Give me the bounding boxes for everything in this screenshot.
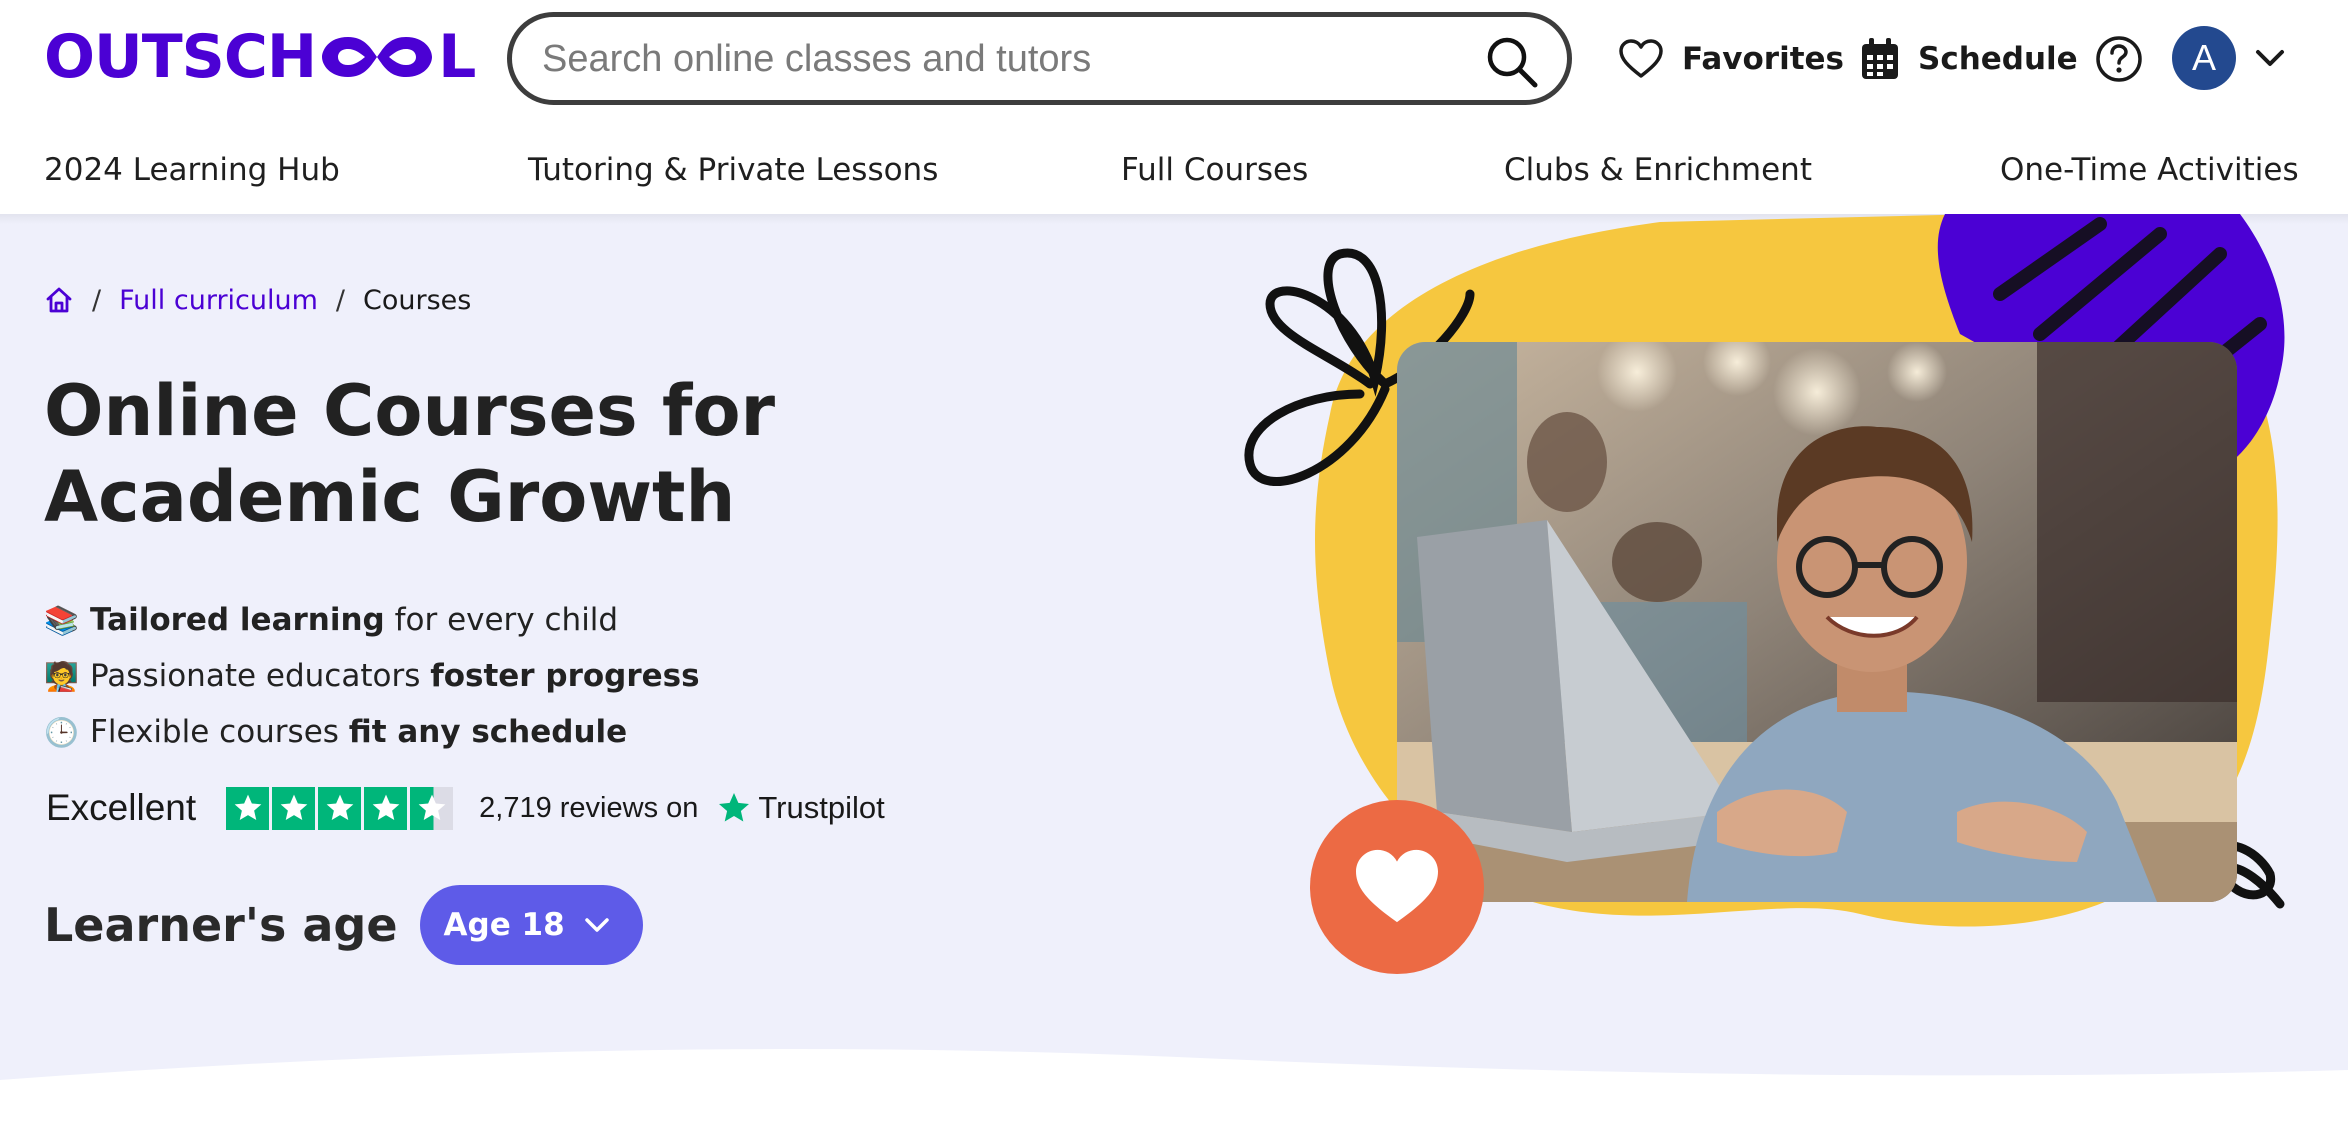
- trustpilot-logo: Trustpilot: [716, 790, 885, 826]
- logo-text-right: L: [438, 22, 476, 92]
- favorites-label: Favorites: [1682, 41, 1844, 77]
- breadcrumb-full-curriculum[interactable]: Full curriculum: [119, 285, 318, 316]
- outschool-logo[interactable]: OUTSCH L: [44, 22, 476, 92]
- star-icon: [318, 786, 362, 830]
- search-bar: [507, 12, 1572, 105]
- rating-label: Excellent: [46, 787, 197, 828]
- schedule-link[interactable]: Schedule: [1860, 30, 2078, 88]
- star-icon: [226, 786, 270, 830]
- home-icon[interactable]: [44, 285, 74, 315]
- user-avatar[interactable]: A: [2172, 26, 2236, 90]
- chevron-down-icon[interactable]: [2254, 44, 2286, 72]
- category-full-courses[interactable]: Full Courses: [1121, 152, 1308, 188]
- benefit-text: for every child: [384, 602, 619, 638]
- heart-icon: [1356, 849, 1438, 923]
- half-star-icon: [410, 786, 454, 830]
- top-header: OUTSCH L Favorites: [0, 0, 2348, 118]
- student-photo: [1397, 342, 2237, 902]
- review-count: 2,719 reviews on: [479, 791, 699, 824]
- age-dropdown-button[interactable]: Age 18: [419, 885, 643, 965]
- schedule-label: Schedule: [1918, 41, 2078, 77]
- search-input[interactable]: [542, 35, 1442, 83]
- benefit-item: 🧑‍🏫 Passionate educators foster progress: [44, 648, 700, 704]
- learner-age-label: Learner's age: [44, 898, 398, 952]
- category-nav: 2024 Learning Hub Tutoring & Private Les…: [0, 140, 2348, 212]
- logo-text-left: OUTSCH: [44, 22, 317, 92]
- teacher-icon: 🧑‍🏫: [44, 659, 79, 693]
- books-icon: 📚: [44, 603, 79, 637]
- help-icon[interactable]: [2094, 34, 2144, 84]
- trustpilot-name: Trustpilot: [758, 790, 885, 825]
- chevron-down-icon: [584, 918, 609, 932]
- benefit-list: 📚 Tailored learning for every child 🧑‍🏫 …: [44, 592, 700, 760]
- learner-age-selector: Learner's age Age 18: [44, 884, 643, 966]
- favorite-heart-badge: [1310, 800, 1484, 974]
- hero-bottom-wave: [0, 1049, 2348, 1128]
- benefit-bold: fit any schedule: [348, 714, 628, 750]
- clock-icon: 🕒: [44, 715, 79, 749]
- benefit-text: Flexible courses: [90, 714, 349, 750]
- calendar-icon: [1862, 38, 1898, 79]
- rating-stars: [226, 786, 454, 830]
- breadcrumb-separator: /: [92, 284, 102, 316]
- search-icon[interactable]: [1485, 35, 1539, 89]
- category-one-time[interactable]: One-Time Activities: [2000, 152, 2299, 188]
- favorites-link[interactable]: Favorites: [1618, 30, 1844, 88]
- benefit-bold: Tailored learning: [90, 602, 385, 638]
- star-icon: [364, 786, 408, 830]
- benefit-item: 📚 Tailored learning for every child: [44, 592, 700, 648]
- logo-infinity-icon: [318, 31, 436, 83]
- trustpilot-star-icon: [719, 793, 750, 822]
- star-icon: [272, 786, 316, 830]
- trustpilot-widget[interactable]: Excellent 2,719 reviews on Trustpilot: [46, 780, 885, 836]
- benefit-item: 🕒 Flexible courses fit any schedule: [44, 704, 700, 760]
- breadcrumb-separator: /: [335, 284, 346, 316]
- category-learning-hub[interactable]: 2024 Learning Hub: [44, 152, 340, 188]
- breadcrumb-current: Courses: [363, 284, 472, 316]
- age-selected-value: Age 18: [443, 907, 565, 943]
- breadcrumb: / Full curriculum / Courses: [44, 280, 471, 320]
- page-title: Online Courses for Academic Growth: [44, 370, 776, 538]
- category-tutoring[interactable]: Tutoring & Private Lessons: [528, 152, 938, 188]
- avatar-initial: A: [2191, 37, 2216, 78]
- benefit-bold: foster progress: [430, 658, 700, 694]
- heart-outline-icon: [1619, 39, 1663, 78]
- category-clubs[interactable]: Clubs & Enrichment: [1504, 152, 1812, 188]
- benefit-text: Passionate educators: [90, 658, 431, 694]
